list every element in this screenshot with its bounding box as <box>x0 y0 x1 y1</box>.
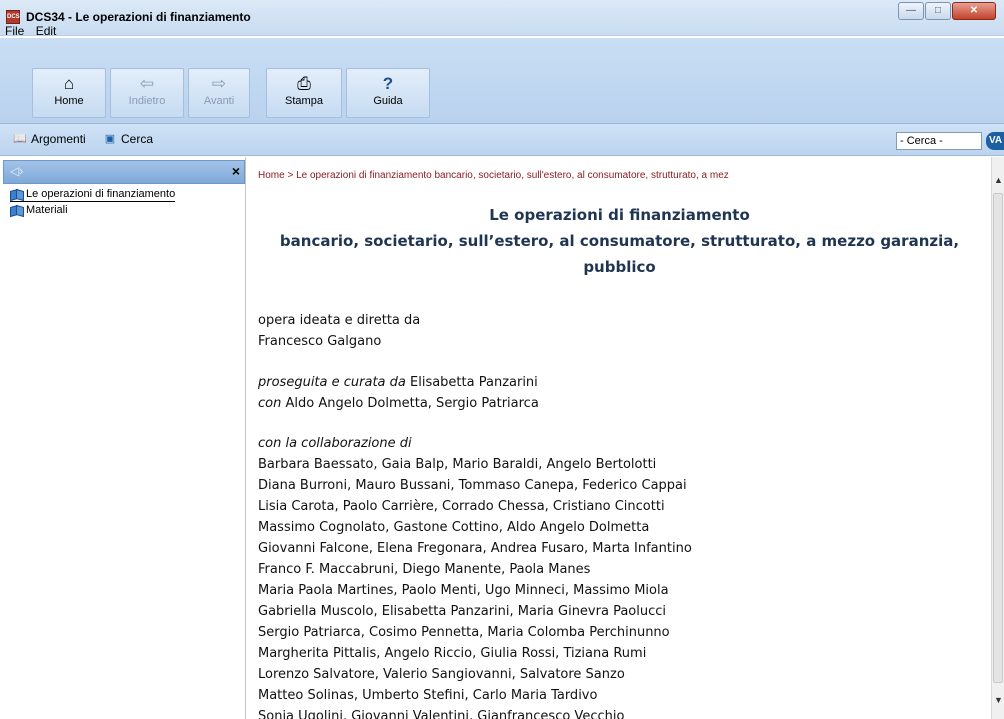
topics-pane: ◁› × Le operazioni di finanziamento Mate… <box>0 157 246 719</box>
tree-item-label: Le operazioni di finanziamento <box>26 188 176 200</box>
collaborators-block: con la collaborazione di Barbara Baessat… <box>258 433 692 719</box>
collaborator-line: Lorenzo Salvatore, Valerio Sangiovanni, … <box>258 667 625 682</box>
speech-bubble-icon: ▣ <box>104 133 116 145</box>
topics-label: Argomenti <box>31 132 86 146</box>
author-name: Francesco Galgano <box>258 334 382 349</box>
close-icon[interactable]: × <box>232 163 240 179</box>
help-label: Guida <box>373 95 403 107</box>
tree-item-operazioni[interactable]: Le operazioni di finanziamento <box>10 187 176 202</box>
toolbar: ⌂ Home ⇦ Indietro ⇨ Avanti ⎙ Stampa ? Gu… <box>0 38 1004 124</box>
collaborator-line: Gabriella Muscolo, Elisabetta Panzarini,… <box>258 604 667 619</box>
arrow-left-icon: ⇦ <box>139 74 155 93</box>
editors-block: proseguita e curata da Elisabetta Panzar… <box>258 372 539 414</box>
breadcrumb[interactable]: Home > Le operazioni di finanziamento ba… <box>258 170 729 181</box>
collaborator-line: Franco F. Maccabruni, Diego Manente, Pao… <box>258 562 591 577</box>
continued-label: proseguita e curata da <box>258 375 406 390</box>
intro-line: opera ideata e diretta da <box>258 313 421 328</box>
continued-name: Elisabetta Panzarini <box>405 375 538 390</box>
printer-icon: ⎙ <box>297 74 311 93</box>
topics-link[interactable]: 📖 Argomenti <box>12 132 86 146</box>
close-button[interactable]: ✕ <box>952 2 996 20</box>
go-button[interactable]: VA <box>986 132 1004 150</box>
window-controls: — □ ✕ <box>897 2 996 20</box>
pane-header: ◁› × <box>3 160 245 184</box>
page-title: Le operazioni di finanziamento <box>489 206 750 224</box>
with-label: con <box>258 396 282 411</box>
print-label: Stampa <box>285 95 323 107</box>
back-label: Indietro <box>128 95 166 107</box>
collaborator-line: Matteo Solinas, Umberto Stefini, Carlo M… <box>258 688 598 703</box>
collaborator-line: Maria Paola Martines, Paolo Menti, Ugo M… <box>258 583 669 598</box>
print-button[interactable]: ⎙ Stampa <box>266 68 342 118</box>
with-line: con Aldo Angelo Dolmetta, Sergio Patriar… <box>258 393 539 414</box>
house-icon: ⌂ <box>63 74 75 93</box>
collaborator-line: Massimo Cognolato, Gastone Cottino, Aldo… <box>258 520 650 535</box>
forward-button[interactable]: ⇨ Avanti <box>188 68 250 118</box>
scroll-thumb[interactable] <box>993 193 1003 683</box>
search-label: Cerca <box>121 132 154 146</box>
minimize-button[interactable]: — <box>898 2 924 20</box>
book-icon: 📖 <box>13 133 27 145</box>
collaborator-line: Giovanni Falcone, Elena Fregonara, Andre… <box>258 541 692 556</box>
tree-item-label: Materiali <box>26 203 68 216</box>
scroll-up-icon[interactable]: ▲ <box>994 175 1003 185</box>
continued-line: proseguita e curata da Elisabetta Panzar… <box>258 372 539 393</box>
back-button[interactable]: ⇦ Indietro <box>110 68 184 118</box>
scroll-down-icon[interactable]: ▼ <box>994 695 1003 705</box>
page-subtitle-line2: pubblico <box>583 258 656 276</box>
book-icon <box>10 205 24 215</box>
home-label: Home <box>54 95 84 107</box>
vertical-scrollbar[interactable]: ▲ ▼ <box>991 157 1004 719</box>
maximize-button[interactable]: □ <box>925 2 951 20</box>
search-link[interactable]: ▣ Cerca <box>102 132 153 146</box>
book-icon <box>10 189 24 199</box>
collapse-arrows-icon[interactable]: ◁› <box>10 164 23 178</box>
home-button[interactable]: ⌂ Home <box>32 68 106 118</box>
collab-label: con la collaborazione di <box>258 436 412 451</box>
with-names: Aldo Angelo Dolmetta, Sergio Patriarca <box>281 396 539 411</box>
page-subtitle-line1: bancario, societario, sull’estero, al co… <box>279 232 960 250</box>
intro-block: opera ideata e diretta da Francesco Galg… <box>258 310 420 352</box>
nav-bar: 📖 Argomenti ▣ Cerca VA <box>0 124 1004 156</box>
content-pane: Home > Le operazioni di finanziamento ba… <box>248 157 991 719</box>
arrow-right-icon: ⇨ <box>211 74 227 93</box>
menu-edit[interactable]: Edit <box>32 22 61 38</box>
forward-label: Avanti <box>203 95 235 107</box>
collaborator-line: Sergio Patriarca, Cosimo Pennetta, Maria… <box>258 625 670 640</box>
question-icon: ? <box>382 74 394 93</box>
menu-file[interactable]: File <box>0 22 28 38</box>
collaborator-line: Lisia Carota, Paolo Carrière, Corrado Ch… <box>258 499 665 514</box>
collaborator-line: Barbara Baessato, Gaia Balp, Mario Baral… <box>258 457 657 472</box>
topics-tree: Le operazioni di finanziamento Materiali <box>10 187 176 217</box>
tree-item-materiali[interactable]: Materiali <box>10 202 171 217</box>
collaborator-line: Margherita Pittalis, Angelo Riccio, Giul… <box>258 646 647 661</box>
collaborator-line: Diana Burroni, Mauro Bussani, Tommaso Ca… <box>258 478 687 493</box>
collaborator-line: Sonia Ugolini, Giovanni Valentini, Gianf… <box>258 709 625 719</box>
help-button[interactable]: ? Guida <box>346 68 430 118</box>
search-input[interactable] <box>896 132 982 150</box>
